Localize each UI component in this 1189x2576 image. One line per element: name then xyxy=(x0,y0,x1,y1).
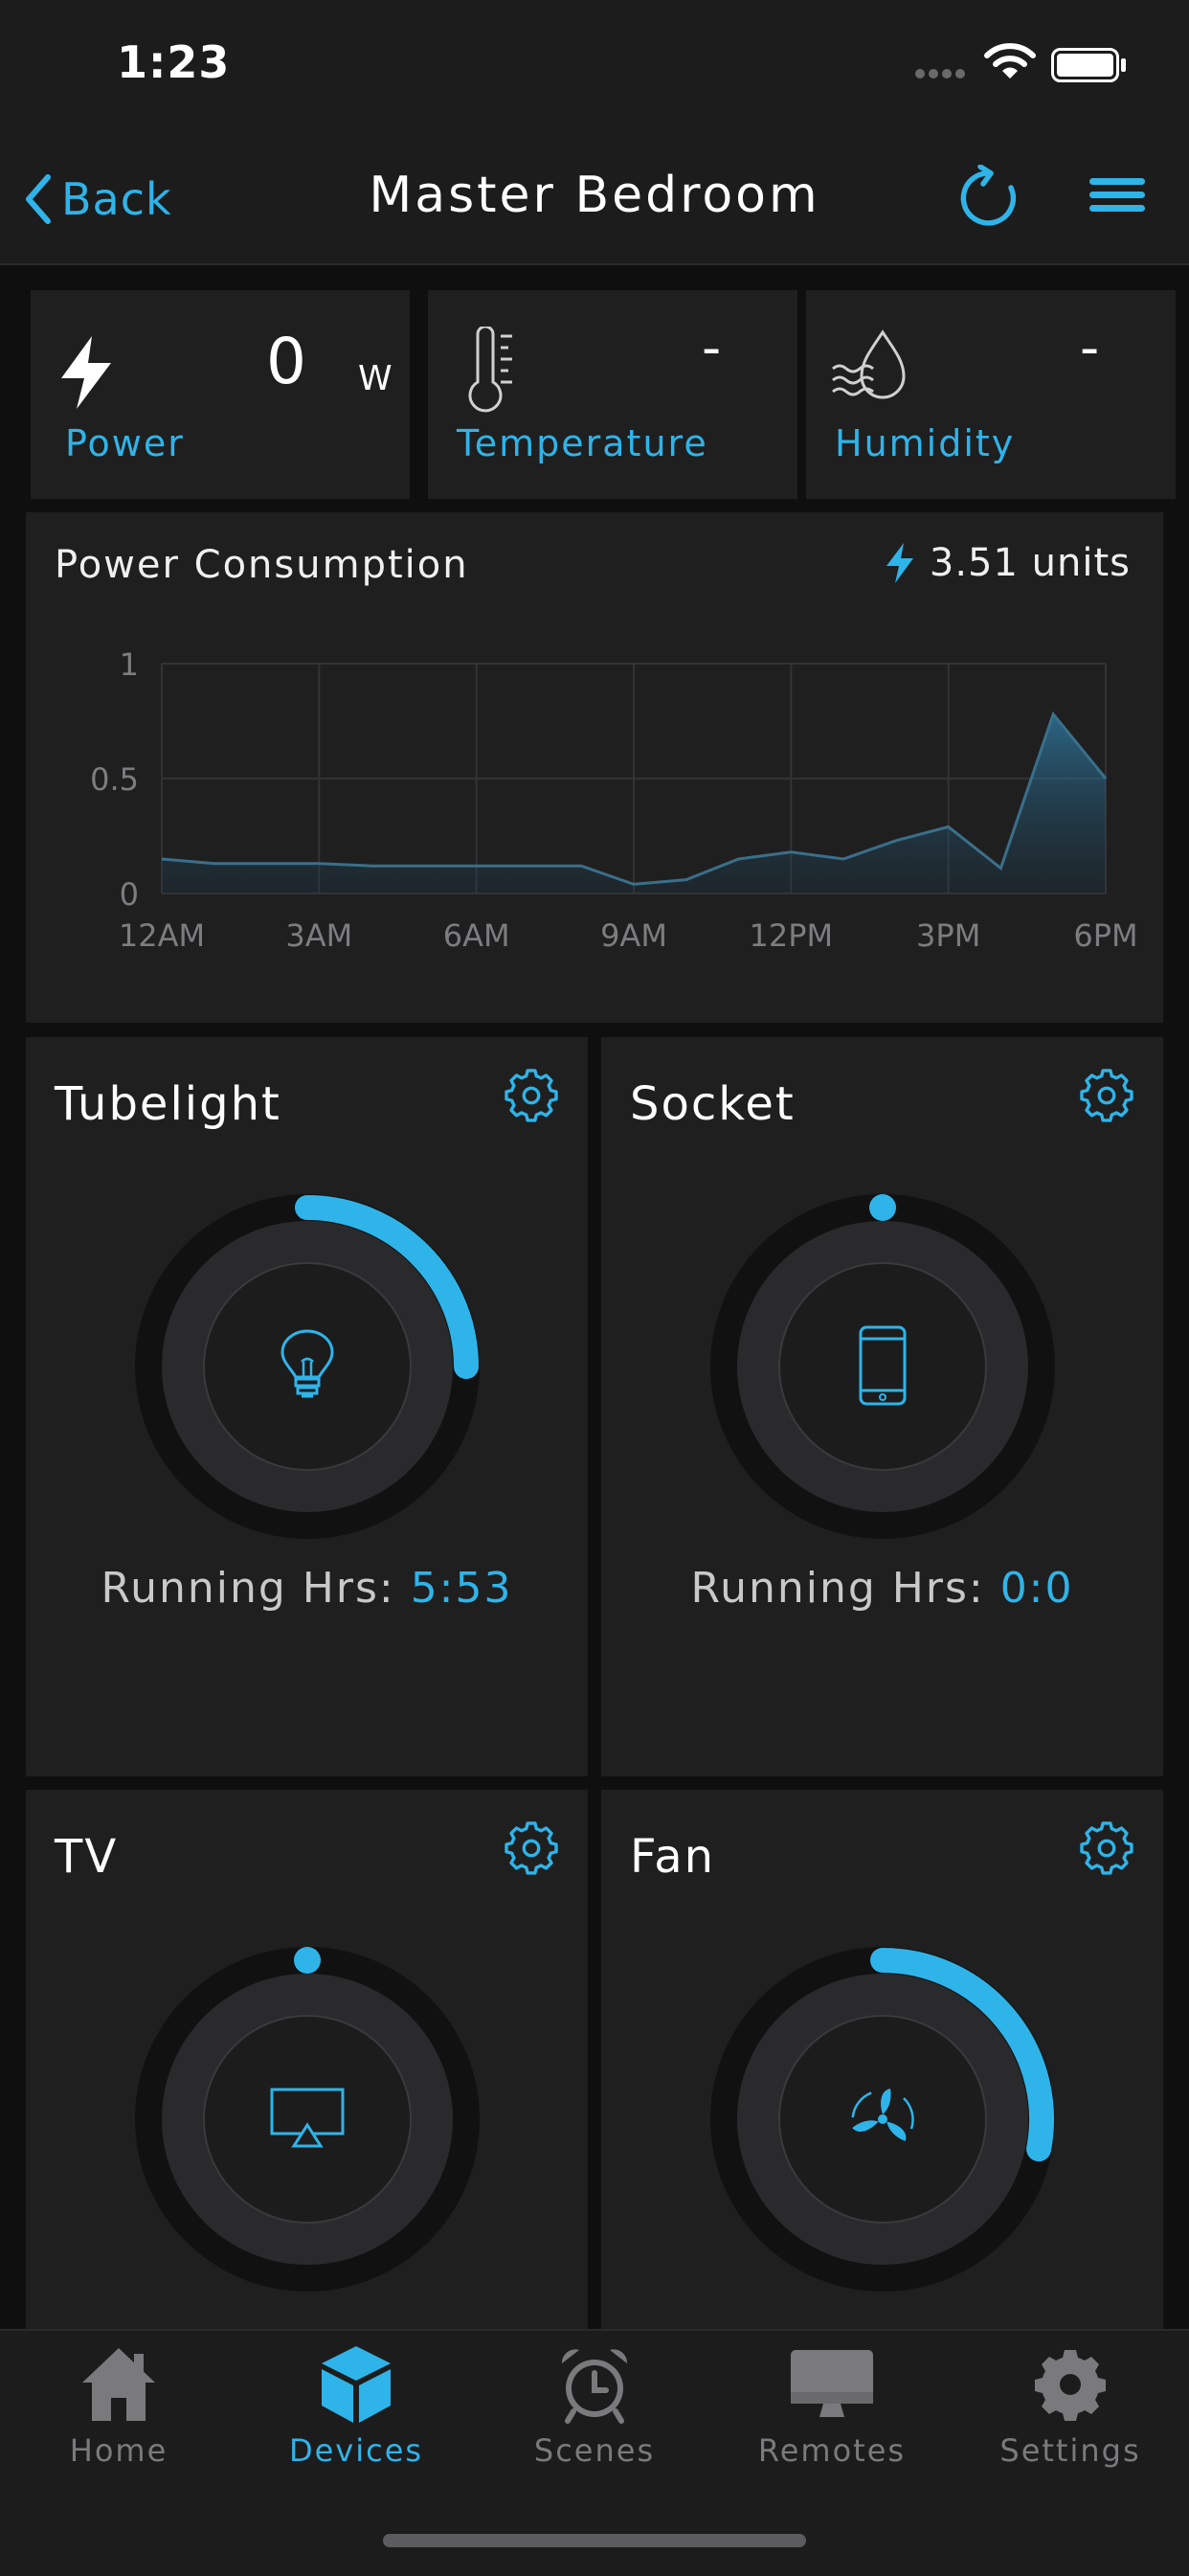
status-bar: 1:23 xyxy=(0,0,1189,124)
power-chart: 0 0.5 1 12AM 3AM 6AM 9AM 12PM 3PM 6PM xyxy=(90,646,1138,954)
lightning-icon xyxy=(61,336,111,409)
tab-label: Remotes xyxy=(757,2432,907,2469)
gear-icon[interactable] xyxy=(504,1068,559,1123)
power-card: 0 W Power xyxy=(31,290,410,499)
home-icon xyxy=(82,2348,155,2421)
running-value: 0:0 xyxy=(999,1564,1074,1613)
gear-icon xyxy=(1035,2350,1106,2421)
tab-label: Devices xyxy=(288,2432,424,2469)
nav-bar: Back Master Bedroom xyxy=(0,124,1189,265)
tab-settings[interactable]: Settings xyxy=(952,2344,1189,2488)
device-card-socket[interactable]: Socket Running Hrs: 0:0 xyxy=(601,1037,1163,1776)
wifi-icon xyxy=(984,43,1036,79)
progress-knob[interactable] xyxy=(869,1194,896,1221)
humidity-value: - xyxy=(1080,317,1100,379)
device-name: TV xyxy=(55,1830,119,1884)
humidity-label: Humidity xyxy=(835,422,1016,464)
signal-icon xyxy=(915,69,965,79)
gear-icon[interactable] xyxy=(1079,1068,1134,1123)
running-value: 5:53 xyxy=(410,1564,513,1613)
x-tick-label: 12AM xyxy=(119,917,205,954)
y-tick-label: 0 xyxy=(120,876,139,913)
tab-scenes[interactable]: Scenes xyxy=(476,2344,713,2488)
monitor-icon xyxy=(791,2350,873,2417)
x-tick-label: 12PM xyxy=(750,917,834,954)
temperature-value: - xyxy=(702,317,722,379)
thermometer-icon xyxy=(468,327,512,413)
tab-label: Scenes xyxy=(533,2432,656,2469)
device-card-tubelight[interactable]: Tubelight Running Hrs: 5:53 xyxy=(26,1037,588,1776)
refresh-button[interactable] xyxy=(957,165,1024,232)
running-hours: Running Hrs: 5:53 xyxy=(26,1564,588,1613)
phone-icon xyxy=(859,1325,907,1406)
alarm-clock-icon xyxy=(561,2349,628,2424)
power-label: Power xyxy=(65,422,185,464)
temperature-label: Temperature xyxy=(457,422,708,464)
power-value: 0 xyxy=(266,325,306,398)
bulb-icon xyxy=(280,1329,334,1398)
tab-label: Settings xyxy=(999,2432,1141,2469)
humidity-card: - Humidity xyxy=(806,290,1176,499)
x-tick-label: 3AM xyxy=(285,917,352,954)
home-indicator xyxy=(383,2534,806,2547)
cube-icon xyxy=(322,2346,391,2423)
progress-knob[interactable] xyxy=(294,1947,321,1974)
battery-icon xyxy=(1051,48,1126,82)
menu-button[interactable] xyxy=(1088,174,1147,216)
device-card-tv[interactable]: TV xyxy=(26,1790,588,2364)
y-tick-label: 1 xyxy=(120,646,139,683)
tab-label: Home xyxy=(69,2432,168,2469)
device-card-fan[interactable]: Fan xyxy=(601,1790,1163,2364)
power-consumption-card: Power Consumption 3.51 units 0 0.5 1 12AM 3A… xyxy=(26,512,1163,1023)
running-hours: Running Hrs: 0:0 xyxy=(601,1564,1163,1613)
tab-devices[interactable]: Devices xyxy=(237,2344,475,2488)
x-tick-label: 9AM xyxy=(600,917,667,954)
tv-icon xyxy=(270,2088,345,2148)
x-tick-label: 6PM xyxy=(1073,917,1137,954)
gear-icon[interactable] xyxy=(504,1820,559,1876)
fan-icon xyxy=(851,2089,914,2141)
running-label: Running Hrs: xyxy=(101,1564,411,1613)
y-tick-label: 0.5 xyxy=(90,761,139,798)
tab-home[interactable]: Home xyxy=(0,2344,237,2488)
tab-remotes[interactable]: Remotes xyxy=(713,2344,951,2488)
temperature-card: - Temperature xyxy=(428,290,797,499)
status-time: 1:23 xyxy=(117,36,231,88)
device-name: Tubelight xyxy=(55,1077,281,1131)
running-label: Running Hrs: xyxy=(690,1564,1000,1613)
power-unit: W xyxy=(358,359,393,398)
x-tick-label: 3PM xyxy=(916,917,980,954)
device-name: Fan xyxy=(630,1830,716,1884)
gear-icon[interactable] xyxy=(1079,1820,1134,1876)
humidity-icon xyxy=(832,329,906,399)
x-tick-label: 6AM xyxy=(443,917,510,954)
device-name: Socket xyxy=(630,1077,796,1131)
